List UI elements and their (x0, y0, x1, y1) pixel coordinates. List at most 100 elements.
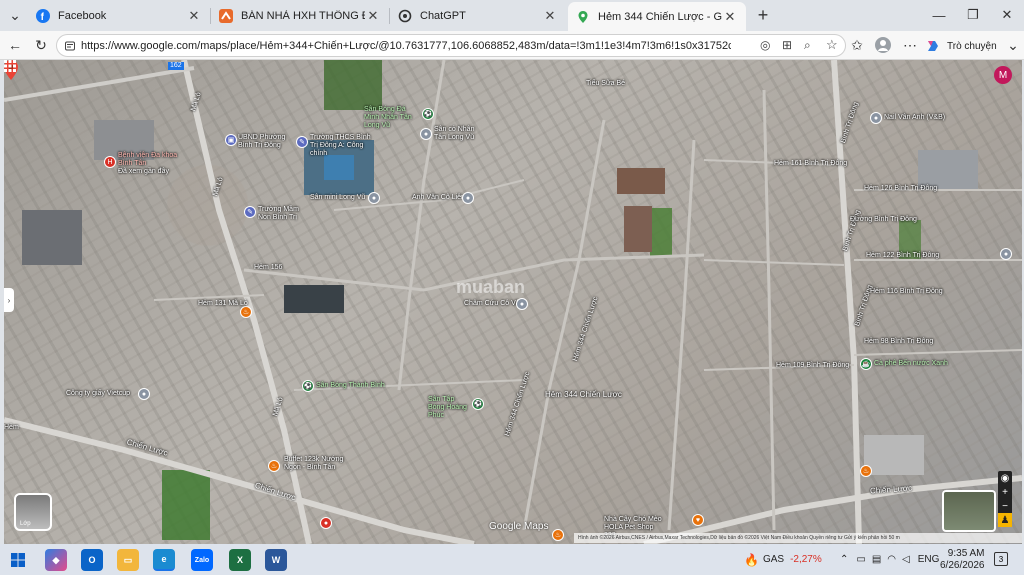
clock-date: 6/26/2026 (940, 560, 985, 571)
poi-san-bong-thanh[interactable]: Sân Bóng Thành Bình (316, 382, 385, 390)
poi-cham-cuu[interactable]: Châm Cứu Cô Vân (464, 300, 524, 308)
refresh-icon[interactable]: ↻ (30, 34, 52, 56)
government-icon[interactable]: ▣ (225, 134, 237, 146)
place-icon[interactable]: ● (368, 192, 380, 204)
place-icon[interactable]: ● (1000, 248, 1012, 260)
poi-cafe[interactable]: Cà phê Bến nước Xanh (874, 360, 948, 368)
restaurant-icon[interactable]: ♨ (268, 460, 280, 472)
shop-icon[interactable]: ● (320, 517, 332, 529)
satellite-map[interactable]: muaban H Bệnh viện Đa khoa Bình Tân Đã x… (4, 60, 1022, 544)
map-attribution: Hình ảnh ©2026 Airbus,CNES / Airbus,Maxa… (574, 533, 1022, 543)
tab-facebook[interactable]: f Facebook ✕ (28, 3, 210, 29)
poi-school[interactable]: Trường THCS Bình Trị Đông A: Công chính (310, 134, 380, 158)
zoom-icon[interactable]: ⌕ (804, 38, 811, 53)
place-icon[interactable]: ● (138, 388, 150, 400)
account-avatar[interactable]: M (994, 66, 1012, 84)
google-apps-icon[interactable] (4, 60, 16, 72)
copilot-icon (928, 41, 938, 51)
muaban-icon (219, 9, 233, 23)
close-window-button[interactable]: ✕ (990, 0, 1024, 30)
pegman-icon[interactable]: ♟ (998, 513, 1012, 527)
location-icon[interactable]: ◎ (760, 38, 770, 52)
sports-icon[interactable]: ⚽ (422, 108, 434, 120)
tab-chatgpt[interactable]: ChatGPT ✕ (390, 3, 566, 29)
side-panel-toggle-icon[interactable]: › (4, 288, 14, 312)
sports-icon[interactable]: ⚽ (472, 398, 484, 410)
poi-hospital[interactable]: Bệnh viện Đa khoa Bình Tân (118, 152, 178, 168)
notification-icon[interactable]: 3 (994, 552, 1008, 566)
street-view-thumbnail[interactable] (942, 490, 996, 532)
tab-close-icon[interactable]: ✕ (722, 9, 738, 25)
url-text: https://www.google.com/maps/place/Hẻm+34… (81, 40, 731, 52)
tab-actions-chevron-icon[interactable]: ⌄ (4, 4, 26, 26)
my-location-icon[interactable]: ◉ (998, 471, 1012, 485)
copilot-taskbar-icon[interactable]: ◆ (45, 549, 67, 571)
input-language[interactable]: ENG (918, 554, 940, 565)
tray-chevron-icon[interactable]: ⌃ (840, 554, 848, 565)
poi-san-co[interactable]: Sân cỏ Nhân Tân Long Vũ (434, 126, 476, 142)
poi-tieu-sua[interactable]: Tiểu Sữa Bé (586, 80, 625, 88)
poi-san-hoang[interactable]: Sân Tập Bóng Hoàng Phúc (428, 396, 472, 420)
restaurant-icon[interactable]: ♨ (552, 529, 564, 541)
windows-start-icon[interactable] (11, 553, 25, 567)
word-icon[interactable]: W (265, 549, 287, 571)
hospital-icon[interactable]: H (104, 156, 116, 168)
google-maps-icon (578, 10, 588, 23)
place-icon[interactable]: ● (870, 112, 882, 124)
poi-san-mini[interactable]: Sân mini Long Vũ (310, 194, 365, 202)
building-roof (864, 435, 924, 475)
more-options-icon[interactable]: ⋯ (899, 34, 921, 56)
stock-widget[interactable]: 🔥 GAS -2,27% (744, 544, 822, 575)
restore-button[interactable]: ❐ (956, 0, 990, 30)
volume-icon[interactable]: ◁ (902, 554, 910, 565)
zalo-icon[interactable]: Zalo (191, 549, 213, 571)
place-icon[interactable]: ● (420, 128, 432, 140)
poi-san-bong[interactable]: Sân Bóng Đá Minh Nhân Tân Long Vũ (364, 106, 422, 130)
place-icon[interactable]: ● (462, 192, 474, 204)
poi-buffet[interactable]: Buffet 123k Nướng Ngon - Bình Tân (284, 456, 344, 472)
site-info-icon[interactable] (64, 40, 76, 52)
minimize-button[interactable]: — (922, 0, 956, 30)
profile-icon[interactable] (872, 34, 894, 56)
school-icon[interactable]: ✎ (244, 206, 256, 218)
tab-close-icon[interactable]: ✕ (186, 8, 202, 24)
favorite-star-icon[interactable]: ☆ (826, 37, 838, 53)
new-tab-button[interactable]: + (752, 4, 774, 26)
map-watermark: muaban (456, 277, 526, 297)
tab-close-icon[interactable]: ✕ (365, 8, 381, 24)
layers-button[interactable]: Lớp (14, 493, 52, 531)
clock[interactable]: 9:35 AM 6/26/2026 (940, 548, 985, 572)
poi-school2[interactable]: Trường Mầm Non Bình Trị (258, 206, 304, 222)
tab-ban-nha[interactable]: BÁN NHÀ HXH THÔNG ĐƯỜNG N ✕ (211, 3, 389, 29)
school-icon[interactable]: ✎ (296, 136, 308, 148)
tray-app-icon[interactable]: ▭ (856, 554, 865, 565)
outlook-icon[interactable]: O (81, 549, 103, 571)
edge-bar-chevron-icon[interactable]: ⌄ (1002, 34, 1024, 56)
flame-icon: 🔥 (744, 552, 759, 567)
poi-nail[interactable]: Nail Vân Anh (V&B) (884, 114, 945, 122)
excel-icon[interactable]: X (229, 549, 251, 571)
wifi-icon[interactable]: ◠ (887, 554, 896, 565)
restaurant-icon[interactable]: ♨ (860, 465, 872, 477)
address-bar[interactable]: https://www.google.com/maps/place/Hẻm+34… (56, 34, 846, 57)
poi-anh-van[interactable]: Anh Văn Cô Liên (412, 194, 465, 202)
copilot-button[interactable]: Trò chuyện (925, 36, 997, 56)
back-arrow-icon[interactable]: ← (4, 34, 26, 56)
selected-place-label[interactable]: Hẻm 344 Chiến Lược (545, 390, 622, 399)
app-available-icon[interactable]: ⊞ (782, 38, 792, 52)
edge-icon[interactable]: e (153, 549, 175, 571)
file-explorer-icon[interactable]: ▭ (117, 549, 139, 571)
tray-app-icon[interactable]: ▤ (872, 554, 881, 565)
tab-google-maps[interactable]: Hẻm 344 Chiến Lược - Google Ma ✕ (568, 2, 746, 31)
cafe-icon[interactable]: ☕ (860, 358, 872, 370)
place-icon[interactable]: ● (516, 298, 528, 310)
sports-icon[interactable]: ⚽ (302, 380, 314, 392)
pet-shop-icon[interactable]: ♥ (692, 514, 704, 526)
zoom-in-button[interactable]: + (998, 485, 1012, 499)
tab-close-icon[interactable]: ✕ (542, 8, 558, 24)
zoom-out-button[interactable]: − (998, 499, 1012, 513)
favorites-icon[interactable]: ✩ (846, 34, 868, 56)
tab-strip: ⌄ f Facebook ✕ BÁN NHÀ HXH THÔNG ĐƯỜNG N… (0, 0, 1024, 31)
poi-cong-ty[interactable]: Công ty giấy Vietcup (66, 390, 130, 398)
poi-ubnd[interactable]: UBND Phường Bình Trị Đông (238, 134, 288, 150)
